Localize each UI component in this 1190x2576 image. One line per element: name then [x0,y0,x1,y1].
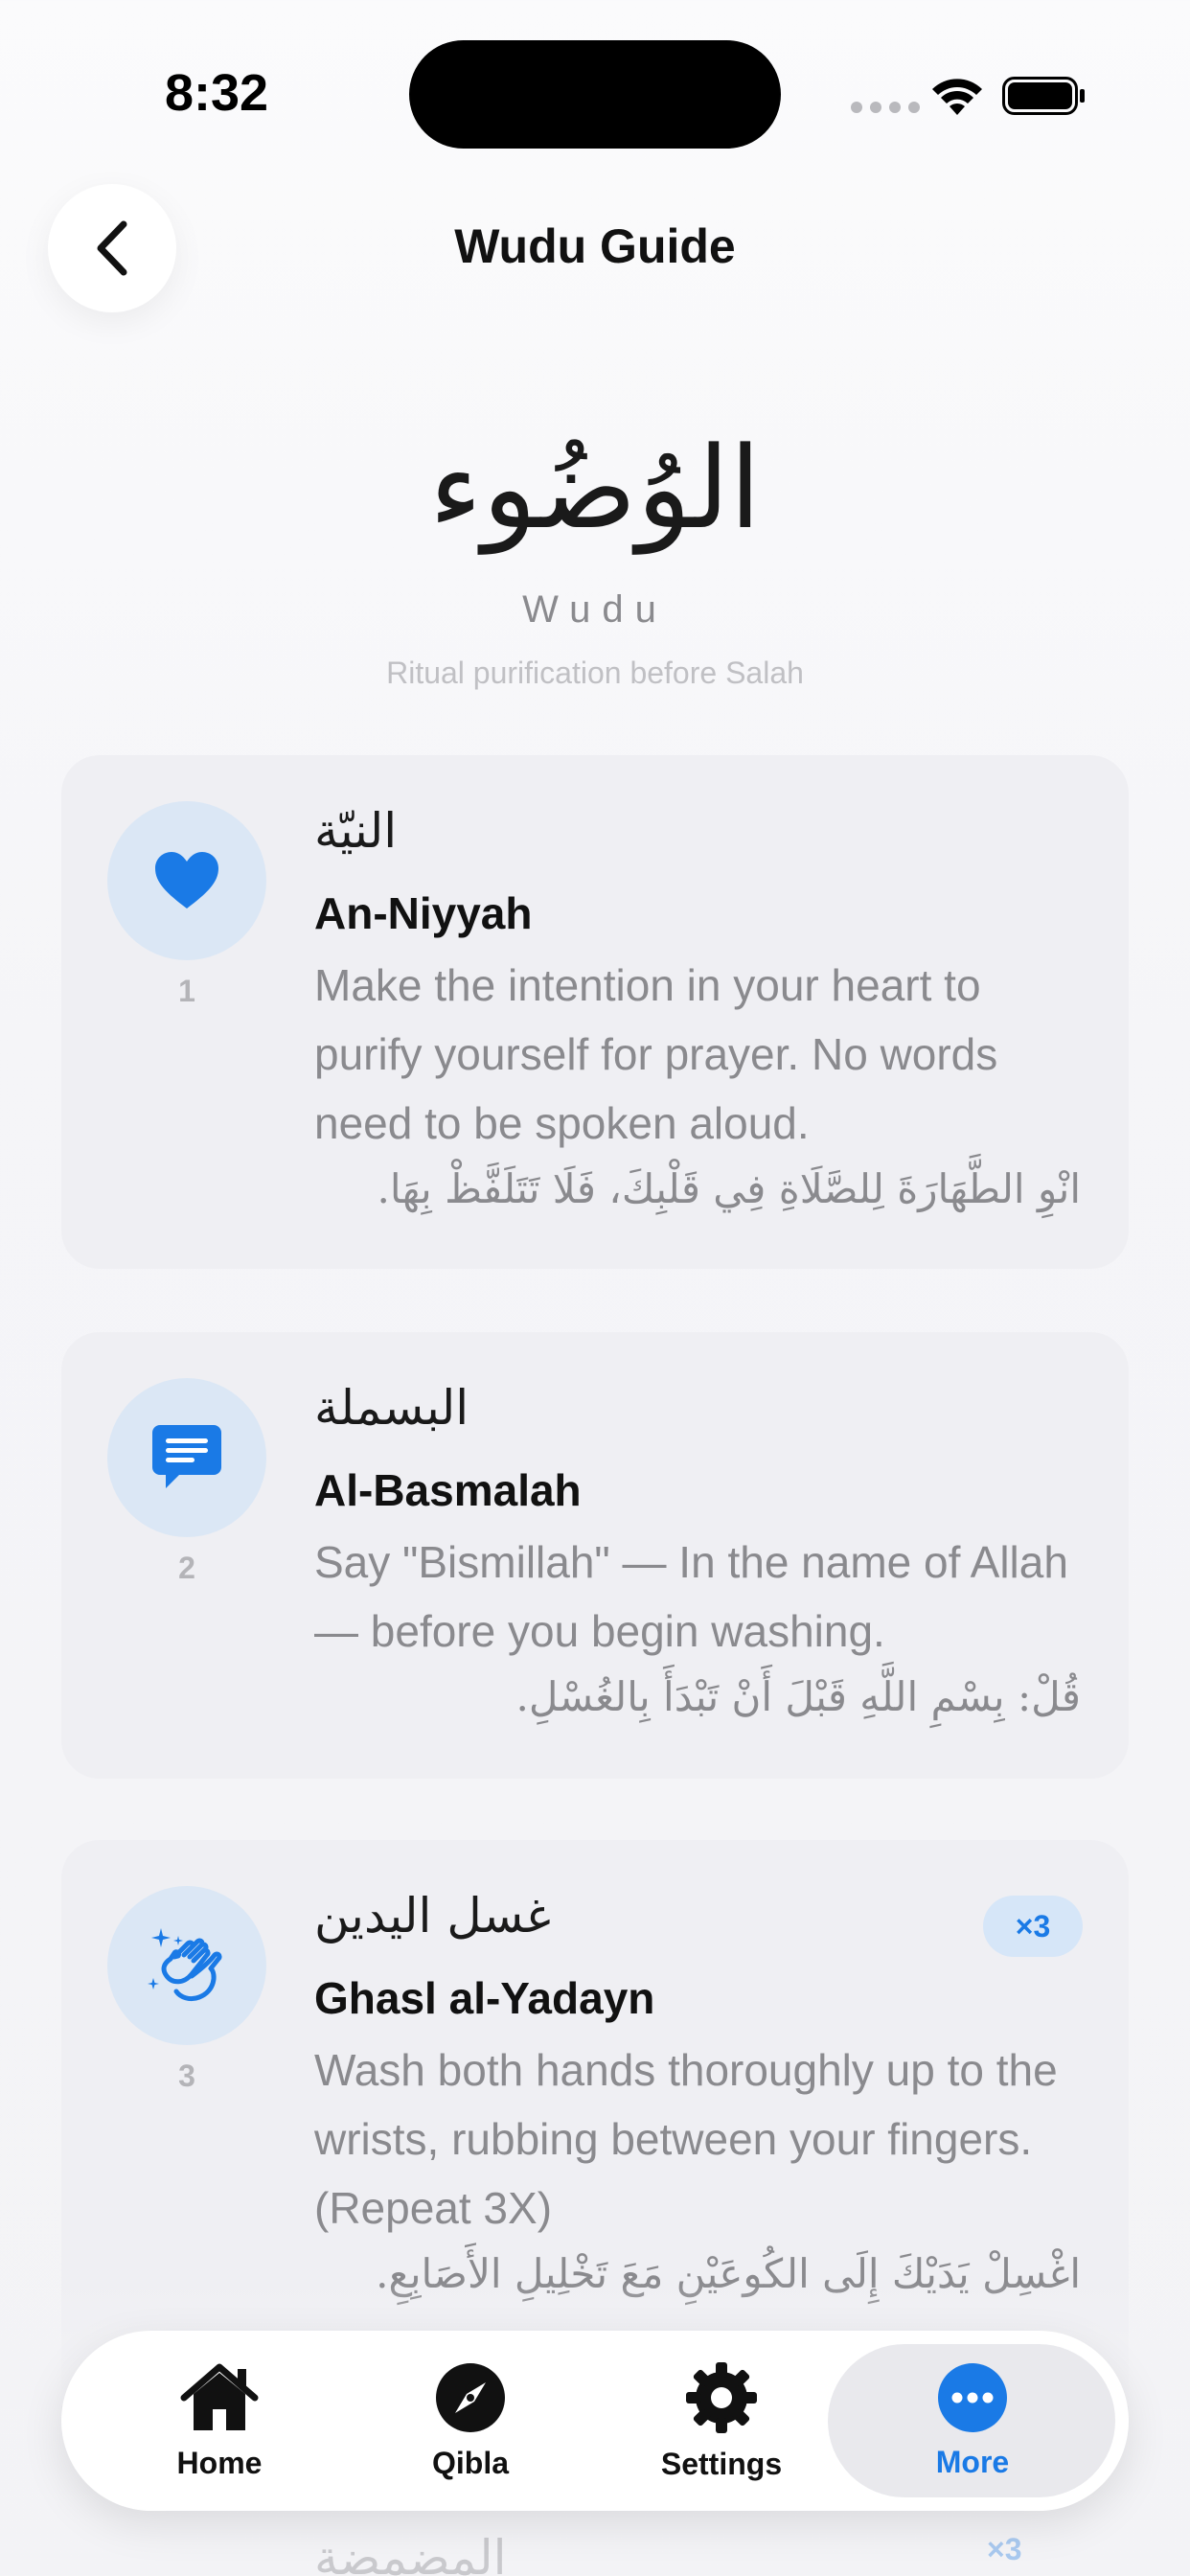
tab-home[interactable]: Home [94,2331,345,2511]
step-icon-circle [107,1378,266,1537]
gear-icon [686,2361,757,2433]
hero-arabic-title: الوُضُوء [428,422,762,554]
tab-bar: Home Qibla Settings More [61,2331,1129,2511]
tab-label: Qibla [431,2445,509,2480]
step-description: Make the intention in your heart to puri… [314,960,998,1148]
next-step-repeat-badge: ×3 [987,2532,1022,2566]
cellular-signal-icon [851,102,920,113]
step-icon-circle [107,1886,266,2045]
step-description: Say "Bismillah" — In the name of Allah —… [314,1537,1068,1656]
heart-icon [155,852,218,908]
repeat-count-badge: ×3 [983,1896,1083,1957]
step-arabic-name: النيّة [314,803,398,859]
step-number: 3 [178,2058,195,2093]
washing-hands-icon [148,1928,222,2002]
page-title: Wudu Guide [454,219,736,273]
tab-label: Settings [660,2446,783,2481]
step-card-basmalah[interactable]: 2 البسملة Al-Basmalah Say "Bismillah" — … [61,1332,1129,1779]
step-card-niyyah[interactable]: 1 النيّة An-Niyyah Make the intention in… [61,755,1129,1269]
chat-bubble-icon [152,1425,221,1488]
step-number: 2 [178,1551,195,1585]
hero-subtitle: Ritual purification before Salah [386,656,804,690]
status-time: 8:32 [165,64,269,122]
wifi-icon [932,79,982,115]
step-title: Al-Basmalah [314,1465,582,1515]
step-arabic-name: البسملة [314,1380,469,1436]
step-description: Wash both hands thoroughly up to the wri… [314,2045,1058,2233]
step-icon-circle [107,801,266,960]
battery-icon [1002,77,1085,115]
step-title: An-Niyyah [314,888,533,938]
step-title: Ghasl al-Yadayn [314,1973,655,2023]
next-step-arabic-name: المضمضة [314,2530,507,2576]
house-icon [180,2363,259,2430]
step-arabic-instruction: انْوِ الطَّهَارَةَ لِلصَّلَاةِ فِي قَلْب… [377,1165,1081,1212]
tab-qibla[interactable]: Qibla [345,2331,596,2511]
more-dots-icon [938,2362,1007,2432]
tab-label: More [935,2444,1010,2479]
hero-transliteration: Wudu [522,588,668,631]
dynamic-island [409,40,781,149]
step-arabic-name: غسل اليدين [314,1888,551,1944]
compass-icon [436,2362,505,2432]
step-number: 1 [178,974,195,1008]
tab-label: Home [176,2445,263,2480]
tab-settings[interactable]: Settings [596,2331,847,2511]
step-arabic-instruction: قُلْ: بِسْمِ اللَّهِ قَبْلَ أَنْ تَبْدَأ… [515,1673,1081,1720]
tab-more[interactable]: More [847,2331,1098,2511]
